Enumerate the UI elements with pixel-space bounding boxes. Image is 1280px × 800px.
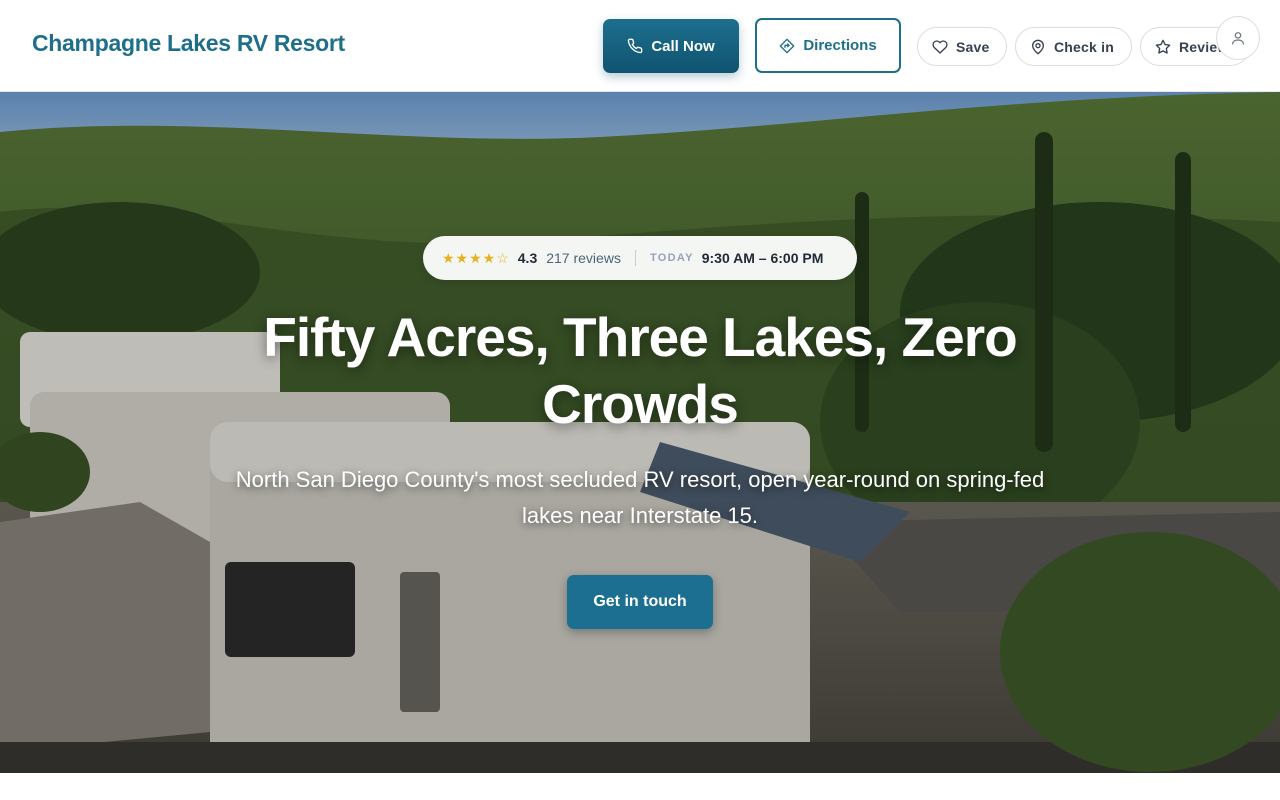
hero-section: ★★★★☆ 4.3 217 reviews TODAY 9:30 AM – 6:… (0, 92, 1280, 773)
account-button[interactable] (1216, 16, 1260, 60)
directions-icon (779, 38, 795, 54)
brand-name[interactable]: Champagne Lakes RV Resort (32, 30, 345, 57)
check-in-button[interactable]: Check in (1015, 27, 1132, 66)
star-icon (1155, 39, 1171, 55)
hero-subheadline: North San Diego County's most secluded R… (235, 467, 1045, 528)
map-pin-icon (1030, 39, 1046, 55)
phone-icon (627, 38, 643, 54)
opening-hours: 9:30 AM – 6:00 PM (701, 250, 824, 266)
reviews-link[interactable]: 217 reviews (546, 250, 621, 266)
save-button[interactable]: Save (917, 27, 1007, 66)
today-label: TODAY (649, 252, 694, 264)
hero-headline: Fifty Acres, Three Lakes, Zero Crowds (263, 306, 1018, 435)
site-header: Champagne Lakes RV Resort Call Now Direc… (0, 0, 1280, 92)
rating-value: 4.3 (517, 250, 538, 266)
directions-label: Directions (803, 37, 877, 54)
rating-stars: ★★★★☆ (442, 249, 510, 266)
call-now-label: Call Now (651, 37, 715, 55)
call-now-button[interactable]: Call Now (603, 19, 739, 73)
directions-button[interactable]: Directions (755, 18, 901, 73)
get-in-touch-button[interactable]: Get in touch (567, 575, 713, 629)
user-icon (1230, 30, 1246, 46)
rating-badge: ★★★★☆ 4.3 217 reviews TODAY 9:30 AM – 6:… (423, 236, 857, 280)
badge-divider (634, 250, 636, 266)
check-in-label: Check in (1054, 38, 1114, 55)
heart-icon (932, 39, 948, 55)
save-label: Save (956, 38, 990, 55)
